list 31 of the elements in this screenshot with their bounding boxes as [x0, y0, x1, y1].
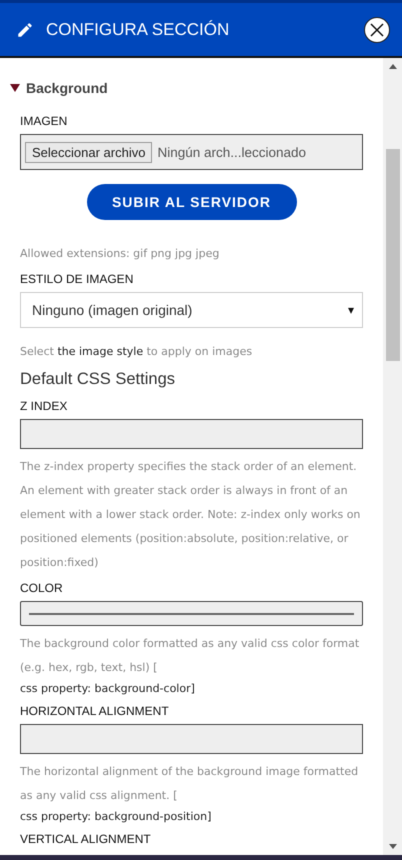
field-label: ESTILO DE IMAGEN — [20, 272, 134, 286]
help-text: The horizontal alignment of the background image formatted as any valid css alignment. [ css property: background-position] — [20, 764, 360, 825]
field-label: HORIZONTAL ALIGNMENT — [20, 704, 170, 718]
help-text: Select the image style to apply on images — [20, 344, 254, 360]
triangle-icon — [10, 83, 20, 93]
choose-file-button[interactable]: Seleccionar archivo — [25, 142, 152, 162]
scroll-up-icon[interactable] — [388, 64, 396, 69]
scroll-down-icon[interactable] — [388, 844, 396, 849]
help-text: The background color formatted as any valid css color format (e.g. hex, rgb, text, hsl) [ css property: background-color] — [20, 636, 360, 697]
caret-icon: ▾ — [348, 303, 354, 317]
field-label: VERTICAL ALIGNMENT — [20, 832, 152, 846]
upload-button[interactable]: SUBIR AL SERVIDOR — [86, 184, 296, 220]
pencil-icon — [16, 20, 34, 38]
field-label: Z INDEX — [20, 399, 68, 413]
color-input[interactable] — [20, 601, 363, 626]
section-subtitle: Default CSS Settings — [20, 370, 176, 389]
close-icon — [370, 22, 384, 36]
help-text: Allowed extensions: gif png jpg jpeg — [20, 246, 220, 262]
field-label: IMAGEN — [20, 114, 68, 128]
file-input[interactable]: Seleccionar archivo Ningún arch...leccionado — [20, 134, 363, 170]
text-input[interactable] — [20, 419, 363, 449]
close-button[interactable] — [364, 16, 390, 42]
dialog-title: CONFIGURA SECCIÓN — [46, 20, 230, 40]
image-style-select[interactable]: Ninguno (imagen original) ▾ — [20, 292, 363, 328]
field-label: COLOR — [20, 581, 64, 595]
scrollbar[interactable] — [383, 58, 402, 855]
file-status: Ningún arch...leccionado — [157, 144, 306, 160]
text-input[interactable] — [20, 724, 363, 754]
section-toggle[interactable]: Background — [10, 80, 108, 96]
scrollbar-thumb[interactable] — [386, 149, 400, 361]
help-text: The z-index property specifies the stack order of an element. An element with greater stack order is always in front of an element with a lower stack order. Note: z-index only works on positioned elements (position:absolute, position:relative, or position:fixed) — [20, 459, 362, 571]
